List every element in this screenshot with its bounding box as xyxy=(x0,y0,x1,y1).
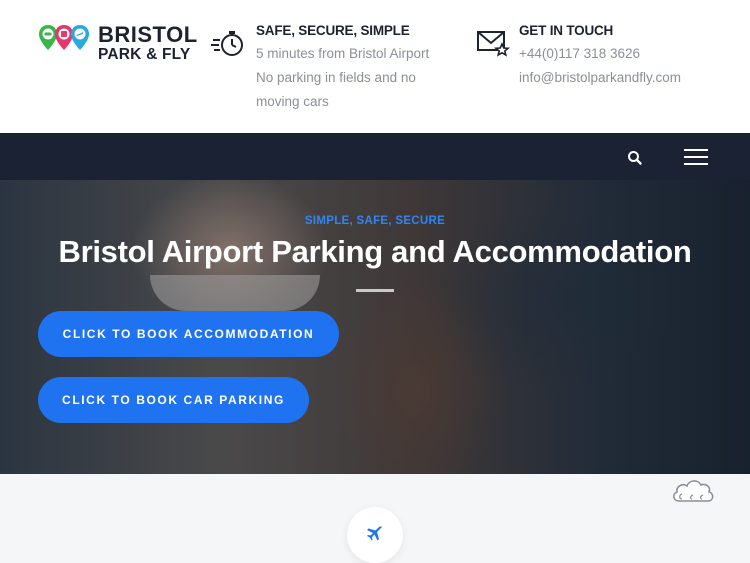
site-logo[interactable]: BRISTOL PARK & FLY xyxy=(38,24,197,64)
cloud-icon xyxy=(673,480,714,502)
info-safe-text: SAFE, SECURE, SIMPLE 5 minutes from Bris… xyxy=(256,22,476,114)
logo-pins-icon xyxy=(39,25,89,50)
email-link[interactable]: info@bristolparkandfly.com xyxy=(519,66,739,90)
envelope-star-icon xyxy=(477,31,510,57)
book-car-parking-button[interactable]: CLICK TO BOOK CAR PARKING xyxy=(38,377,309,423)
hero-title: Bristol Airport Parking and Accommodatio… xyxy=(58,234,692,269)
logo-line-2: PARK & FLY xyxy=(98,46,191,63)
site-header: BRISTOL PARK & FLY SAFE, SECURE, SIMPLE … xyxy=(0,0,750,133)
phone-link[interactable]: +44(0)117 318 3626 xyxy=(519,42,739,66)
hero-kicker: SIMPLE, SAFE, SECURE xyxy=(304,215,446,227)
feature-badge xyxy=(347,507,403,563)
info-line: moving cars xyxy=(256,94,329,109)
search-icon[interactable] xyxy=(626,149,644,167)
menu-bar xyxy=(684,149,708,151)
book-accommodation-button[interactable]: CLICK TO BOOK ACCOMMODATION xyxy=(38,311,339,357)
info-title: GET IN TOUCH xyxy=(519,23,614,38)
main-nav xyxy=(0,133,750,180)
hamburger-menu-icon[interactable] xyxy=(684,147,708,167)
hero-banner: SIMPLE, SAFE, SECURE Bristol Airport Par… xyxy=(0,180,750,474)
info-line: No parking in fields and no xyxy=(256,70,416,85)
stopwatch-icon xyxy=(211,31,243,56)
menu-bar xyxy=(684,163,708,165)
menu-bar xyxy=(684,156,708,158)
info-contact-text: GET IN TOUCH +44(0)117 318 3626 info@bri… xyxy=(519,22,739,90)
airplane-icon xyxy=(367,526,382,541)
info-title: SAFE, SECURE, SIMPLE xyxy=(256,23,410,38)
features-section xyxy=(0,474,750,563)
info-line: 5 minutes from Bristol Airport xyxy=(256,46,430,61)
logo-line-1: BRISTOL xyxy=(98,22,198,47)
hero-divider xyxy=(356,289,394,292)
logo-wordmark: BRISTOL PARK & FLY xyxy=(98,24,198,63)
